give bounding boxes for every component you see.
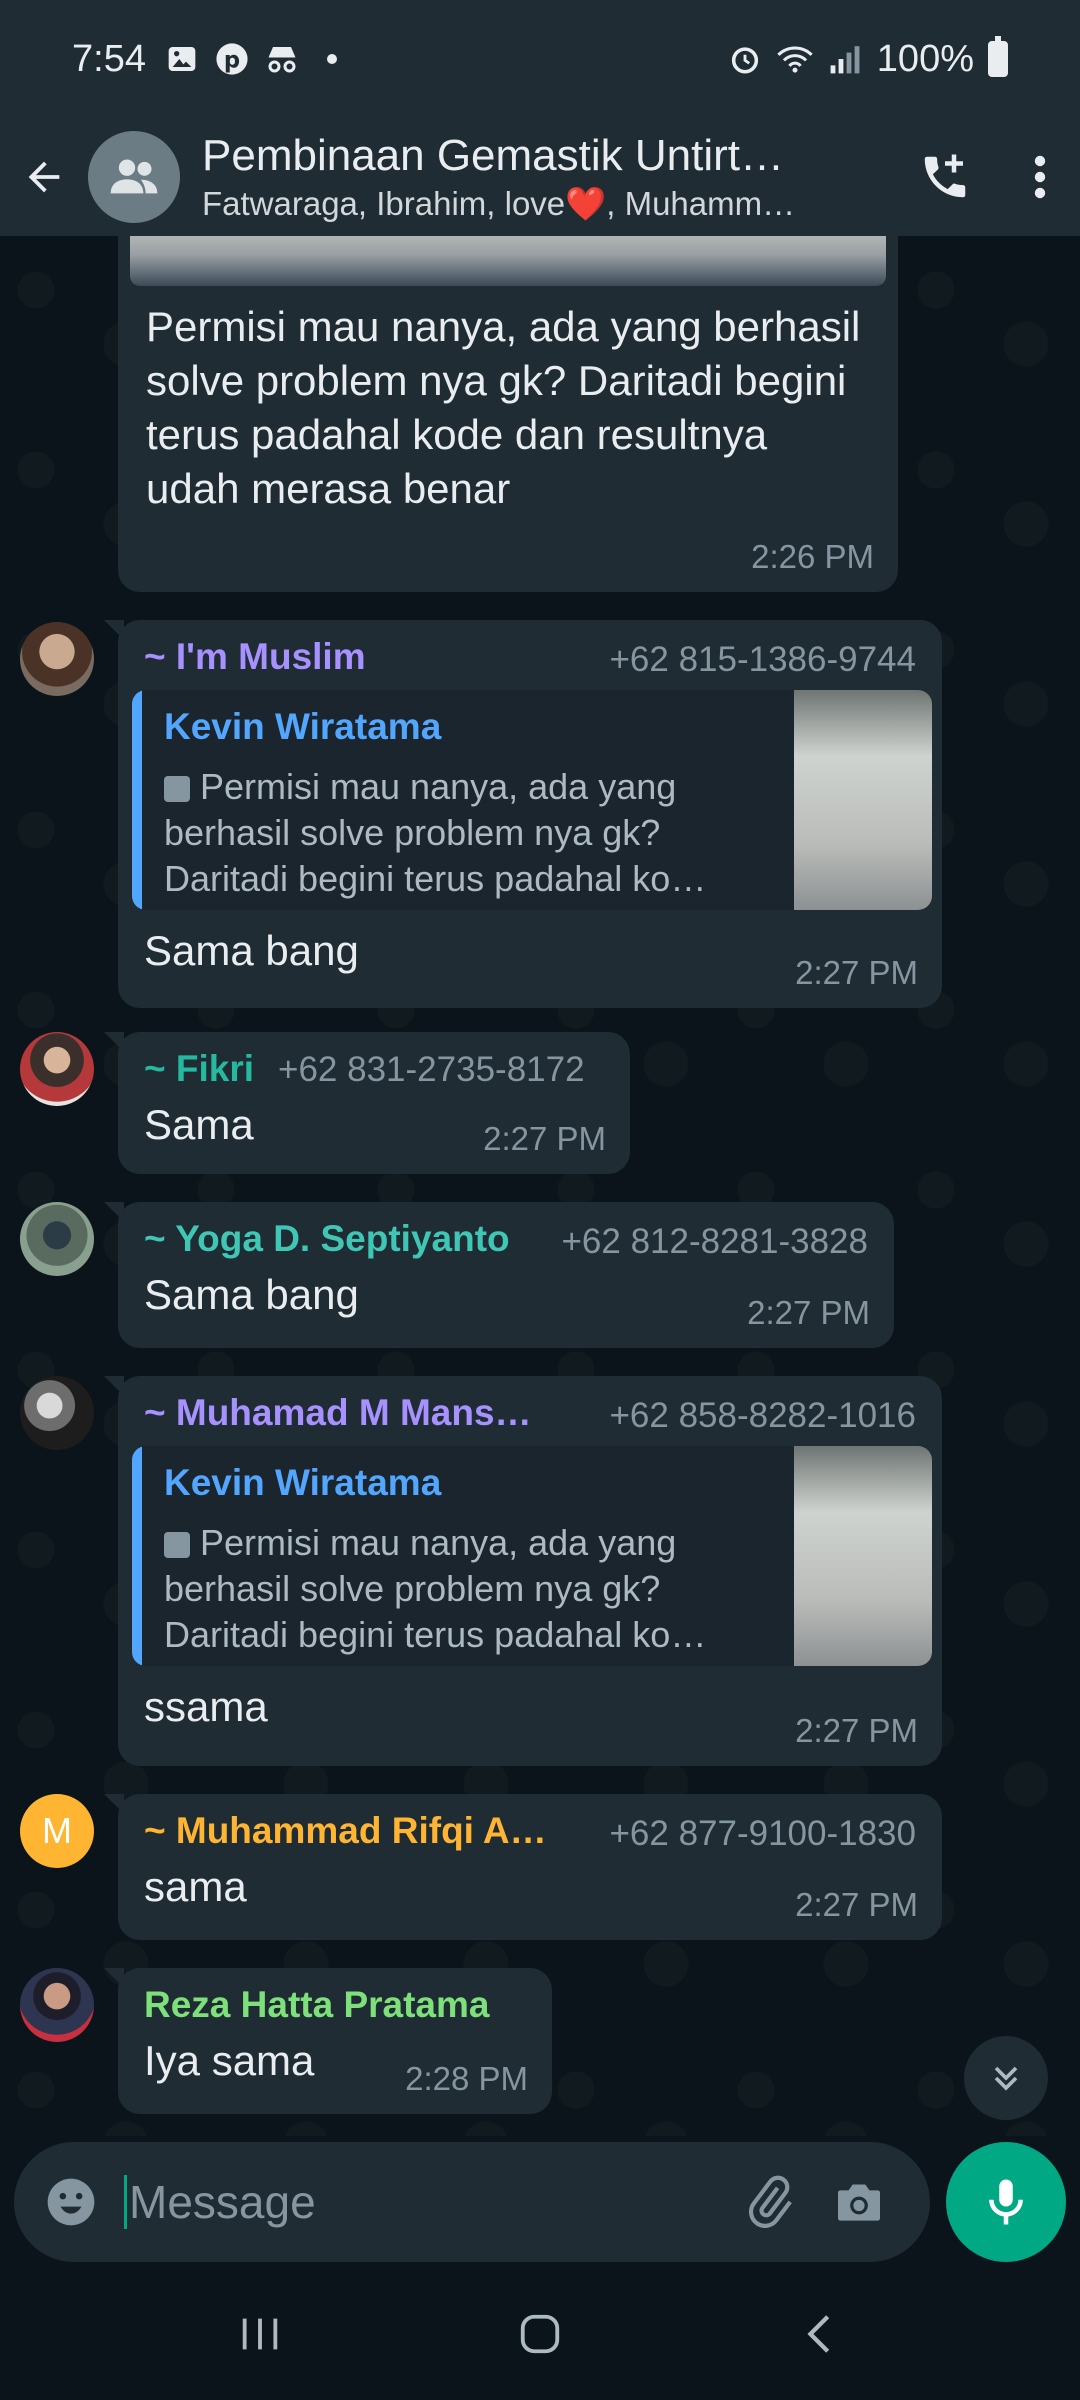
group-avatar[interactable] (88, 131, 180, 223)
quote-text: Permisi mau nanya, ada yang berhasil sol… (164, 764, 754, 902)
avatar[interactable] (20, 1032, 94, 1106)
attach-button[interactable] (724, 2157, 814, 2247)
message-bubble[interactable]: ~ Muhamad M Mans… +62 858-8282-1016 Kevi… (104, 1376, 942, 1766)
kebab-menu-icon (1034, 155, 1046, 199)
quote-text-content: Permisi mau nanya, ada yang berhasil sol… (164, 766, 707, 899)
message-placeholder: Message (129, 2176, 316, 2228)
emoji-button[interactable] (40, 2171, 102, 2233)
microphone-icon (989, 2179, 1023, 2225)
group-members: Fatwaraga, Ibrahim, love❤️, Muhamm… (202, 184, 796, 222)
double-chevron-down-icon (994, 2066, 1018, 2091)
sender-phone: +62 858-8282-1016 (609, 1396, 916, 1435)
back-arrow-icon (28, 161, 60, 193)
back-button[interactable] (0, 118, 88, 236)
avatar[interactable] (20, 622, 94, 696)
chevron-left-icon (807, 2315, 830, 2353)
quoted-message[interactable]: Kevin Wiratama Permisi mau nanya, ada ya… (132, 1446, 932, 1666)
sender-phone: +62 831-2735-8172 (278, 1050, 585, 1089)
sender-name[interactable]: ~ Fikri +62 831-2735-8172 (144, 1048, 604, 1090)
message-time: 2:26 PM (751, 538, 874, 575)
quote-text: Permisi mau nanya, ada yang berhasil sol… (164, 1520, 754, 1658)
paperclip-icon (748, 2175, 792, 2228)
battery-icon (988, 36, 1008, 77)
message-time: 2:27 PM (483, 1120, 606, 1157)
group-name: Pembinaan Gemastik Untirt… (202, 130, 784, 180)
chat-area[interactable]: Permisi mau nanya, ada yang berhasil sol… (0, 236, 1080, 2136)
home-icon (520, 2314, 560, 2354)
status-time: 7:54 (72, 37, 146, 80)
sender-name[interactable]: Reza Hatta Pratama (144, 1984, 526, 2026)
incognito-icon (264, 41, 300, 77)
signal-icon (827, 41, 863, 77)
message-bubble[interactable]: ~ Fikri +62 831-2735-8172 Sama 2:27 PM (104, 1032, 630, 1174)
message-bubble[interactable]: ~ Muhammad Rifqi A… +62 877-9100-1830 sa… (104, 1794, 942, 1940)
text-cursor (124, 2175, 127, 2229)
quote-sender: Kevin Wiratama (164, 706, 442, 747)
image-attachment[interactable] (130, 236, 886, 286)
status-bar: 7:54 p 100% (0, 0, 1080, 118)
add-call-button[interactable] (890, 118, 1000, 236)
svg-text:p: p (224, 48, 240, 74)
system-nav-bar (0, 2268, 1080, 2400)
avatar[interactable] (20, 1202, 94, 1276)
message-bubble[interactable]: ~ I'm Muslim +62 815-1386-9744 Kevin Wir… (104, 620, 942, 1008)
sender-name-text: ~ Fikri (144, 1048, 255, 1089)
wifi-icon (777, 41, 813, 77)
photo-icon (164, 1532, 190, 1558)
photo-icon (164, 776, 190, 802)
message-text: Permisi mau nanya, ada yang berhasil sol… (146, 303, 861, 512)
message-bubble[interactable]: ~ Yoga D. Septiyanto +62 812-8281-3828 S… (104, 1202, 894, 1348)
call-add-icon (924, 154, 966, 198)
message-bubble[interactable]: Reza Hatta Pratama Iya sama 2:28 PM (104, 1968, 552, 2114)
quote-sender: Kevin Wiratama (164, 1462, 442, 1503)
chat-title-area[interactable]: Pembinaan Gemastik Untirt… Fatwaraga, Ib… (202, 131, 890, 224)
sender-phone: +62 877-9100-1830 (609, 1814, 916, 1853)
camera-icon (838, 2184, 880, 2221)
message-time: 2:28 PM (405, 2060, 528, 2097)
avatar[interactable]: M (20, 1794, 94, 1868)
quote-bar (132, 690, 142, 910)
avatar[interactable] (20, 1968, 94, 2042)
message-time: 2:27 PM (795, 1712, 918, 1749)
gallery-icon (164, 41, 200, 77)
group-icon (110, 159, 158, 194)
recent-apps-button[interactable] (200, 2289, 320, 2379)
sender-phone: +62 815-1386-9744 (609, 640, 916, 679)
quote-thumbnail (794, 690, 932, 910)
message-bubble[interactable]: Permisi mau nanya, ada yang berhasil sol… (118, 236, 898, 592)
avatar[interactable] (20, 1376, 94, 1450)
recent-apps-icon (242, 2318, 278, 2350)
voice-message-button[interactable] (946, 2142, 1066, 2262)
quoted-message[interactable]: Kevin Wiratama Permisi mau nanya, ada ya… (132, 690, 932, 910)
chat-header: Pembinaan Gemastik Untirt… Fatwaraga, Ib… (0, 118, 1080, 236)
camera-button[interactable] (814, 2157, 904, 2247)
message-time: 2:27 PM (747, 1294, 870, 1331)
quote-text-content: Permisi mau nanya, ada yang berhasil sol… (164, 1522, 707, 1655)
battery-percent: 100% (876, 37, 974, 80)
message-input[interactable]: Message (124, 2175, 724, 2229)
quote-bar (132, 1446, 142, 1666)
message-time: 2:27 PM (795, 1886, 918, 1923)
message-composer: Message (14, 2142, 930, 2262)
more-options-button[interactable] (1000, 118, 1080, 236)
system-back-button[interactable] (760, 2289, 880, 2379)
home-button[interactable] (480, 2289, 600, 2379)
quote-thumbnail (794, 1446, 932, 1666)
avatar-letter: M (42, 1810, 72, 1851)
sender-phone: +62 812-8281-3828 (561, 1222, 868, 1261)
emoji-icon (47, 2178, 95, 2226)
scroll-to-bottom-button[interactable] (964, 2036, 1048, 2120)
message-time: 2:27 PM (795, 954, 918, 991)
alarm-icon (727, 41, 763, 77)
dot-icon (314, 41, 350, 77)
pinterest-icon: p (214, 41, 250, 77)
